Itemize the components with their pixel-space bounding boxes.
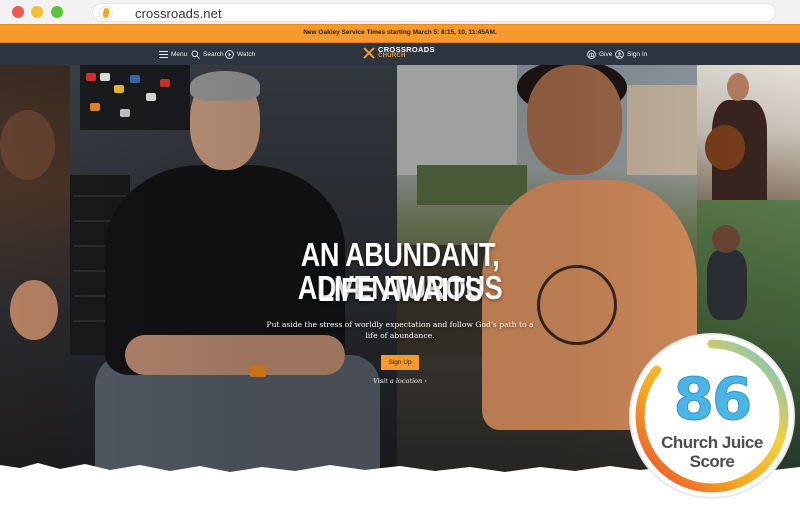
close-window-button[interactable]: [12, 6, 24, 18]
logo-text: CROSSROADS CHURCH: [378, 46, 435, 60]
user-icon: [615, 49, 624, 59]
score-label-line2: Score: [689, 452, 735, 471]
maximize-window-button[interactable]: [51, 6, 63, 18]
sign-up-button[interactable]: Sign Up: [381, 355, 419, 370]
search-label: Search: [203, 50, 224, 58]
sign-in-button[interactable]: Sign In: [615, 43, 647, 65]
site-logo[interactable]: CROSSROADS CHURCH: [363, 46, 435, 60]
address-bar[interactable]: crossroads.net: [92, 3, 776, 22]
search-icon: [191, 50, 200, 59]
menu-label: Menu: [171, 50, 188, 58]
crossroads-logo-icon: [363, 47, 375, 59]
site-nav: Menu Search Watch CROSSROADS CHURCH Give…: [0, 43, 800, 65]
address-bar-url: crossroads.net: [135, 6, 222, 21]
search-button[interactable]: Search: [191, 43, 224, 65]
give-label: Give: [599, 50, 613, 58]
give-button[interactable]: Give: [587, 43, 612, 65]
visit-location-link[interactable]: Visit a location ›: [360, 377, 440, 385]
sign-in-label: Sign In: [627, 50, 648, 58]
announcement-bar[interactable]: New Oakley Service Times starting March …: [0, 24, 800, 43]
site-favicon-icon: [99, 6, 113, 20]
score-number: 86: [673, 365, 753, 434]
hero-headline-line2: LIFE AWAITS: [317, 271, 483, 308]
watch-button[interactable]: Watch: [225, 43, 255, 65]
watch-label: Watch: [237, 50, 256, 58]
play-circle-icon: [225, 49, 234, 59]
page-frame: crossroads.net New Oakley Service Times …: [0, 0, 800, 509]
score-label-line1: Church Juice: [661, 433, 763, 452]
hero-subtext: Put aside the stress of worldly expectat…: [266, 320, 534, 340]
logo-line1: CROSSROADS: [378, 45, 435, 54]
menu-button[interactable]: Menu: [159, 43, 187, 65]
gift-icon: [587, 49, 596, 59]
announcement-text: New Oakley Service Times starting March …: [303, 29, 497, 36]
logo-line2: CHURCH: [378, 53, 406, 59]
church-juice-score-badge: 86 Church Juice Score: [627, 331, 797, 501]
hamburger-icon: [159, 50, 168, 59]
browser-toolbar: crossroads.net: [0, 0, 800, 24]
minimize-window-button[interactable]: [31, 6, 43, 18]
